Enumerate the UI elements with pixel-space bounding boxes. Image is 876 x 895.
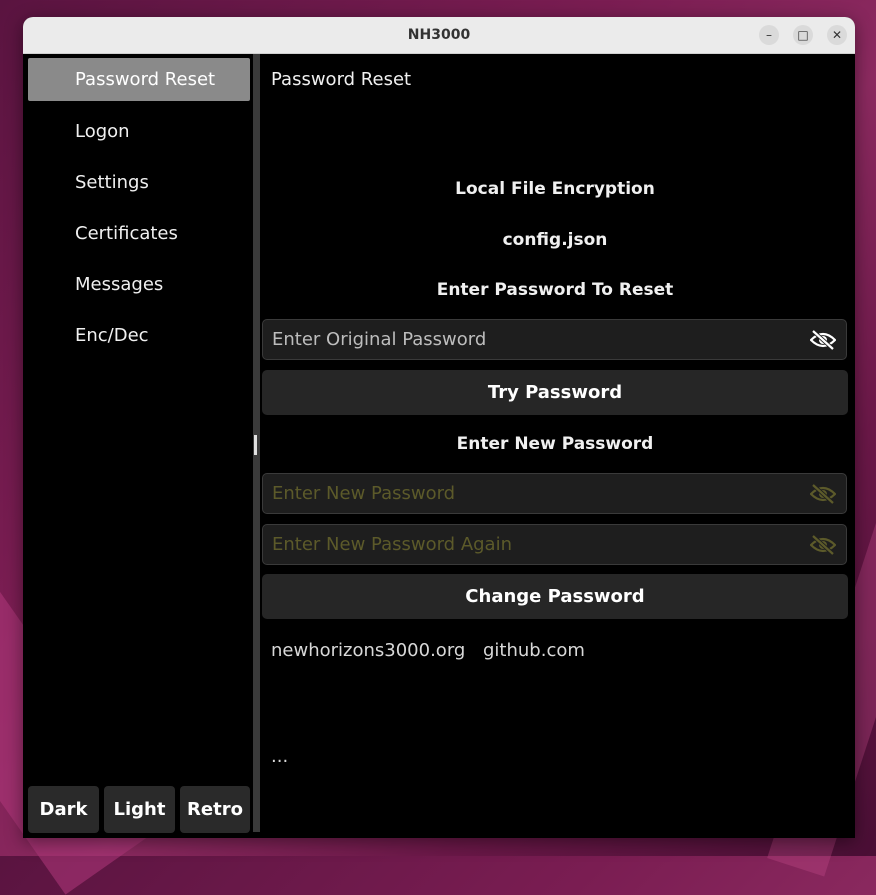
new-password-field[interactable]: Enter New Password — [262, 473, 847, 514]
main-panel: Password Reset Local File Encryption con… — [261, 54, 855, 838]
original-password-placeholder: Enter Original Password — [272, 329, 487, 350]
link-newhorizons3000[interactable]: newhorizons3000.org — [271, 640, 465, 661]
section-title: Local File Encryption — [455, 179, 655, 199]
theme-light-button[interactable]: Light — [104, 786, 175, 833]
close-button[interactable]: ✕ — [827, 25, 847, 45]
app-window: NH3000 – □ ✕ Password Reset Logon Settin… — [23, 17, 855, 838]
minimize-button[interactable]: – — [759, 25, 779, 45]
maximize-button[interactable]: □ — [793, 25, 813, 45]
reset-prompt-label: Enter Password To Reset — [436, 280, 674, 300]
new-password-prompt-label: Enter New Password — [456, 434, 654, 454]
new-password-placeholder: Enter New Password — [272, 483, 456, 504]
sidebar-item-settings[interactable]: Settings — [28, 161, 250, 204]
theme-retro-button[interactable]: Retro — [180, 786, 250, 833]
page-title: Password Reset — [271, 69, 412, 90]
sidebar-item-password-reset[interactable]: Password Reset — [28, 58, 250, 101]
try-password-button[interactable]: Try Password — [262, 370, 848, 415]
window-title: NH3000 — [407, 27, 471, 43]
sidebar: Password Reset Logon Settings Certificat… — [23, 54, 254, 838]
sidebar-item-messages[interactable]: Messages — [28, 263, 250, 306]
change-password-button[interactable]: Change Password — [262, 574, 848, 619]
original-password-field[interactable]: Enter Original Password — [262, 319, 847, 360]
file-name-label: config.json — [502, 230, 608, 250]
sidebar-item-logon[interactable]: Logon — [28, 110, 250, 153]
new-password-again-field[interactable]: Enter New Password Again — [262, 524, 847, 565]
splitter-handle[interactable] — [254, 435, 257, 455]
title-bar: NH3000 – □ ✕ — [23, 17, 855, 54]
sidebar-item-encdec[interactable]: Enc/Dec — [28, 314, 250, 357]
new-password-again-placeholder: Enter New Password Again — [272, 534, 512, 555]
eye-off-icon[interactable] — [810, 330, 836, 350]
link-github[interactable]: github.com — [483, 640, 585, 661]
theme-dark-button[interactable]: Dark — [28, 786, 99, 833]
eye-off-icon[interactable] — [810, 535, 836, 555]
footer-text: ... — [271, 746, 289, 767]
sidebar-item-certificates[interactable]: Certificates — [28, 212, 250, 255]
eye-off-icon[interactable] — [810, 484, 836, 504]
